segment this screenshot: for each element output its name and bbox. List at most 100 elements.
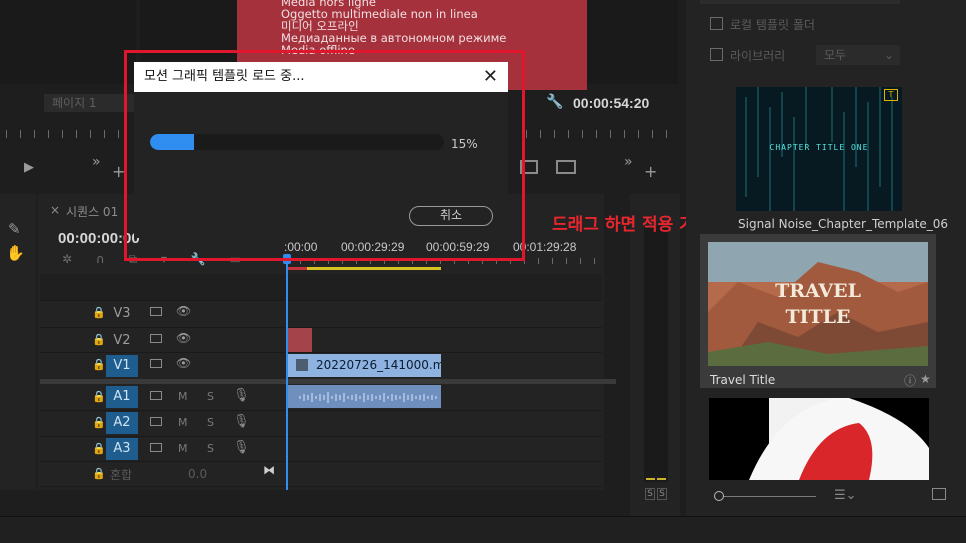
track-divider: [40, 461, 602, 462]
microphone-icon[interactable]: 🎙: [233, 440, 250, 455]
eye-icon[interactable]: 👁: [176, 304, 191, 318]
eye-icon[interactable]: 👁: [176, 356, 191, 370]
work-area-bar[interactable]: [287, 267, 441, 270]
local-templates-label: 로컬 템플릿 폴더: [730, 18, 815, 32]
template-thumb-3[interactable]: [709, 398, 929, 480]
more-controls-icon-2[interactable]: »: [624, 154, 633, 170]
lock-icon[interactable]: 🔒: [92, 416, 106, 429]
fx-badge-icon: [296, 359, 308, 371]
mix-bowtie-icon[interactable]: ⧓: [263, 463, 275, 477]
monitor-ruler: [6, 130, 124, 138]
page-select[interactable]: 페이지 1: [44, 94, 134, 112]
track-divider: [40, 300, 602, 301]
close-tab-icon[interactable]: ×: [50, 203, 60, 217]
template-card-selected[interactable]: TRAVEL TITLE Travel Title ⓘ ★: [700, 234, 936, 388]
hand-tool-icon[interactable]: ✋: [6, 244, 25, 262]
search-field[interactable]: [700, 0, 900, 4]
sync-lock-icon[interactable]: [150, 334, 162, 343]
play-icon[interactable]: ▶: [24, 160, 34, 175]
status-bar: [0, 516, 966, 543]
sync-lock-icon[interactable]: [150, 443, 162, 452]
thumb-text: CHAPTER TITLE ONE: [769, 143, 869, 152]
ripple-edit-icon[interactable]: ✎: [8, 220, 21, 238]
tools-panel: ✎ ✋: [0, 194, 36, 490]
video-clip-v1[interactable]: 20220726_141000.m: [286, 354, 441, 377]
new-item-icon[interactable]: [932, 488, 946, 500]
render-bar: [287, 267, 307, 270]
monitor-ruler: [526, 130, 670, 138]
lock-icon[interactable]: 🔒: [92, 442, 106, 455]
track-divider: [40, 486, 602, 487]
local-templates-checkbox[interactable]: [710, 17, 723, 30]
text-badge-icon: T: [884, 89, 898, 101]
template-thumb-2: TRAVEL TITLE: [708, 242, 928, 366]
magnet-icon[interactable]: ∩: [96, 252, 105, 266]
source-panel: [0, 0, 136, 84]
lock-icon: 🔒: [92, 467, 106, 480]
track-target-a1[interactable]: A1: [106, 386, 138, 408]
track-divider: [40, 352, 602, 353]
libraries-select[interactable]: 모두 ⌄: [816, 45, 900, 65]
chevron-down-icon: ⌄: [883, 48, 894, 62]
template-name-2: Travel Title: [710, 373, 776, 387]
playhead[interactable]: [286, 256, 288, 490]
page-label: 페이지 1: [52, 96, 97, 110]
abstract-graphic: [709, 398, 929, 480]
add-button-icon-2[interactable]: +: [644, 162, 657, 181]
audio-meters-panel: S S: [630, 194, 680, 516]
thumbnail-size-slider[interactable]: [708, 490, 818, 504]
track-divider: [40, 436, 602, 437]
track-target-v3[interactable]: V3: [106, 303, 138, 325]
track-target-v1[interactable]: V1: [106, 355, 138, 377]
sequence-tab[interactable]: 시퀀스 01: [66, 203, 118, 220]
mix-label: 혼합: [110, 468, 133, 482]
sync-lock-icon[interactable]: [150, 417, 162, 426]
thumb-text: TRAVEL TITLE: [775, 280, 861, 328]
snap-icon[interactable]: ✲: [62, 252, 72, 266]
solo-button[interactable]: S: [207, 416, 214, 429]
track-target-v2[interactable]: V2: [106, 330, 138, 352]
sort-menu-icon[interactable]: ☰⌄: [834, 488, 857, 503]
clip-name: 20220726_141000.m: [316, 358, 441, 372]
mix-value[interactable]: 0.0: [188, 467, 207, 481]
eye-icon[interactable]: 👁: [176, 331, 191, 345]
info-icon[interactable]: ⓘ: [904, 372, 916, 389]
template-thumb-1[interactable]: CHAPTER TITLE ONE T: [736, 87, 902, 211]
slider-thumb[interactable]: [714, 491, 724, 501]
extract-icon[interactable]: [556, 160, 576, 174]
libraries-checkbox[interactable]: [710, 48, 723, 61]
libraries-select-value: 모두: [824, 48, 847, 62]
lock-icon[interactable]: 🔒: [92, 358, 106, 371]
lock-icon[interactable]: 🔒: [92, 306, 106, 319]
sync-lock-icon[interactable]: [150, 359, 162, 368]
lock-icon[interactable]: 🔒: [92, 390, 106, 403]
audio-clip-a1[interactable]: [286, 385, 441, 408]
meter-track: [644, 226, 668, 482]
sync-lock-icon[interactable]: [150, 391, 162, 400]
mute-button[interactable]: M: [178, 390, 188, 403]
track-spacer: [40, 274, 602, 300]
microphone-icon[interactable]: 🎙: [233, 388, 250, 403]
av-divider[interactable]: [40, 379, 616, 384]
solo-right-button[interactable]: S: [657, 488, 667, 500]
track-divider: [40, 327, 602, 328]
solo-left-button[interactable]: S: [645, 488, 655, 500]
track-target-a3[interactable]: A3: [106, 438, 138, 460]
wrench-icon[interactable]: 🔧: [546, 94, 563, 110]
microphone-icon[interactable]: 🎙: [233, 414, 250, 429]
waveform: [299, 392, 437, 403]
duration-timecode: 00:00:54:20: [573, 95, 650, 111]
graphic-clip-v2[interactable]: [286, 328, 312, 352]
solo-button[interactable]: S: [207, 442, 214, 455]
more-controls-icon[interactable]: »: [92, 154, 101, 170]
star-icon[interactable]: ★: [920, 372, 931, 386]
libraries-label: 라이브러리: [730, 49, 786, 63]
track-target-a2[interactable]: A2: [106, 412, 138, 434]
meter-peak-left: [646, 478, 655, 480]
slider-track: [716, 496, 816, 497]
lock-icon[interactable]: 🔒: [92, 333, 106, 346]
mute-button[interactable]: M: [178, 416, 188, 429]
mute-button[interactable]: M: [178, 442, 188, 455]
sync-lock-icon[interactable]: [150, 307, 162, 316]
solo-button[interactable]: S: [207, 390, 214, 403]
